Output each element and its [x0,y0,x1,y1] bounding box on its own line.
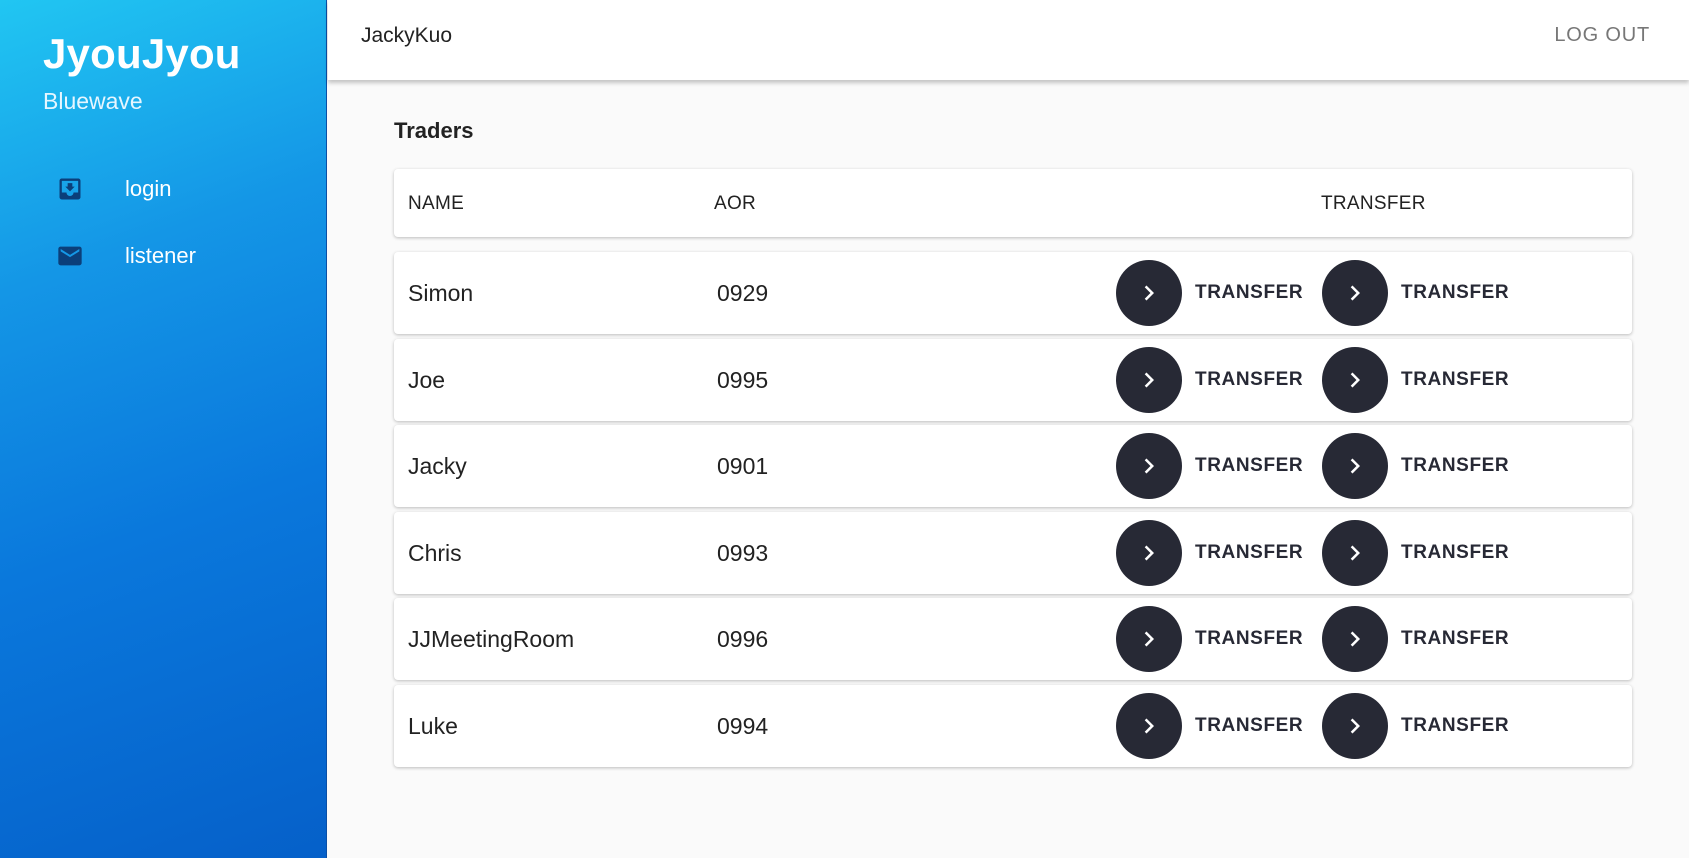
trader-name: Luke [408,712,458,739]
table-header: NAME AOR TRANSFER [394,169,1632,237]
trader-aor: 0929 [717,280,769,306]
chevron-right-icon [1116,346,1182,413]
transfer-button-label: TRANSFER [1401,714,1510,736]
table-row: Luke 0994 TRANSFER TRANSFER [394,684,1632,767]
chevron-right-icon [1322,433,1388,499]
transfer-button-label: TRANSFER [1401,628,1510,649]
trader-aor: 0901 [717,453,769,479]
transfer-button[interactable]: TRANSFER [1116,433,1303,499]
trader-aor: 0995 [717,366,769,393]
sidebar-item-label: listener [125,242,196,268]
current-user-name: JackyKuo [361,24,453,47]
trader-name: Joe [408,366,446,393]
chevron-right-icon [1322,346,1388,413]
transfer-button[interactable]: TRANSFER [1322,519,1510,586]
trader-name: Simon [408,280,474,306]
transfer-button-label: TRANSFER [1195,368,1304,390]
main-content: Traders NAME AOR TRANSFER Simon 0929 TRA… [328,80,1689,858]
traders-list: Simon 0929 TRANSFER TRANSFER Joe 0995 TR… [394,252,1632,771]
table-row: Chris 0993 TRANSFER TRANSFER [394,511,1632,594]
table-row: JJMeetingRoom 0996 TRANSFER TRANSFER [394,598,1632,680]
chevron-right-icon [1322,519,1388,586]
trader-aor: 0993 [717,539,769,566]
chevron-right-icon [1322,606,1388,672]
chevron-right-icon [1116,692,1182,759]
table-row: Simon 0929 TRANSFER TRANSFER [394,252,1632,334]
app-root: JyouJyou Bluewave login listener JackyKu… [0,0,1689,858]
sidebar-item-login[interactable]: login [0,155,327,222]
mail-icon [56,242,84,270]
transfer-button[interactable]: TRANSFER [1322,433,1509,499]
transfer-button[interactable]: TRANSFER [1116,346,1304,413]
transfer-button-label: TRANSFER [1195,282,1304,303]
transfer-button[interactable]: TRANSFER [1322,606,1509,672]
transfer-button-label: TRANSFER [1401,541,1510,563]
table-row: Joe 0995 TRANSFER TRANSFER [394,338,1632,421]
chevron-right-icon [1116,519,1182,586]
sidebar: JyouJyou Bluewave login listener [0,0,327,858]
chevron-right-icon [1116,606,1182,672]
brand-subtitle: Bluewave [43,88,143,114]
transfer-button[interactable]: TRANSFER [1322,260,1509,326]
transfer-button[interactable]: TRANSFER [1322,346,1510,413]
sidebar-item-label: login [125,175,172,201]
transfer-button[interactable]: TRANSFER [1116,519,1304,586]
column-header-transfer: TRANSFER [1321,193,1426,214]
page-title: Traders [394,118,474,143]
transfer-button[interactable]: TRANSFER [1116,260,1303,326]
sidebar-item-listener[interactable]: listener [0,222,327,289]
transfer-button[interactable]: TRANSFER [1322,692,1510,759]
transfer-button-label: TRANSFER [1195,714,1304,736]
transfer-button-label: TRANSFER [1195,455,1304,476]
transfer-button[interactable]: TRANSFER [1116,606,1303,672]
chevron-right-icon [1322,692,1388,759]
logout-button[interactable]: LOG OUT [1554,24,1650,47]
transfer-button-label: TRANSFER [1401,368,1510,390]
trader-name: Jacky [408,453,467,479]
transfer-button-label: TRANSFER [1195,628,1304,649]
trader-aor: 0996 [717,626,769,652]
brand-title: JyouJyou [43,30,241,77]
transfer-button[interactable]: TRANSFER [1116,692,1304,759]
transfer-button-label: TRANSFER [1401,282,1510,303]
transfer-button-label: TRANSFER [1401,455,1510,476]
login-inbox-icon [56,175,84,203]
trader-name: JJMeetingRoom [408,626,575,652]
column-header-name: NAME [408,193,465,214]
transfer-button-label: TRANSFER [1195,541,1304,563]
chevron-right-icon [1322,260,1388,326]
top-app-bar: JackyKuo LOG OUT [328,0,1689,80]
chevron-right-icon [1116,260,1182,326]
trader-aor: 0994 [717,712,769,739]
sidebar-nav: login listener [0,155,327,289]
table-row: Jacky 0901 TRANSFER TRANSFER [394,425,1632,507]
chevron-right-icon [1116,433,1182,499]
trader-name: Chris [408,539,462,566]
column-header-aor: AOR [714,193,757,214]
